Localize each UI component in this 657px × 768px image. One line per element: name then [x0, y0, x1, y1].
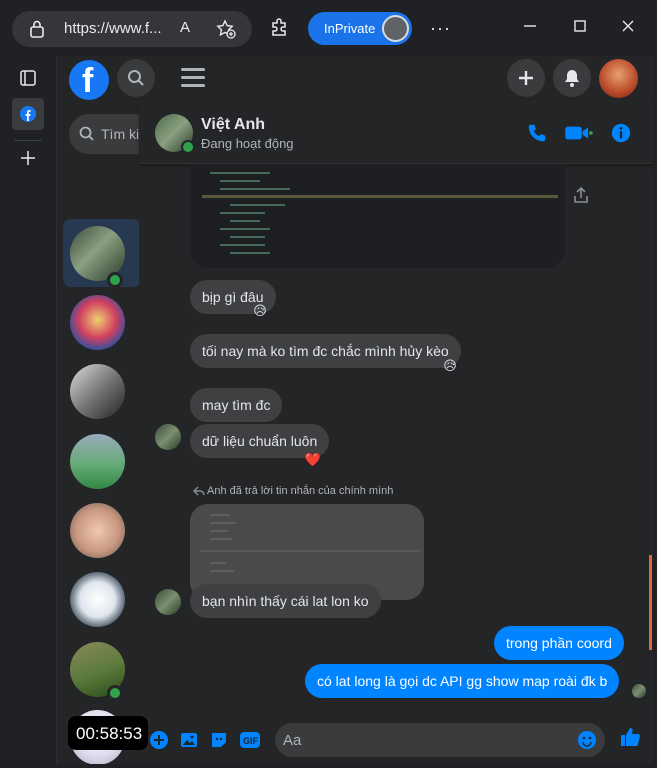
search-placeholder: Tìm ki [101, 126, 140, 142]
conversation-avatar[interactable] [70, 295, 125, 350]
message-bubble-sent[interactable]: có lat long là gọi dc API gg show map ro… [305, 664, 620, 698]
conversation-avatar[interactable] [70, 572, 125, 627]
message-bubble[interactable]: tối nay mà ko tìm đc chắc mình hủy kèo [190, 334, 461, 368]
create-button[interactable] [507, 59, 545, 97]
browser-toolbar: https://www.f... A InPrivate ··· [0, 0, 657, 56]
contact-name[interactable]: Việt Anh [201, 116, 265, 134]
window-scrollbar[interactable] [649, 555, 652, 650]
conversation-avatar[interactable] [70, 503, 125, 558]
tab-actions-icon[interactable] [12, 62, 44, 94]
timer-text: 00:58:53 [76, 724, 143, 743]
online-indicator [107, 685, 123, 701]
online-indicator [181, 140, 195, 154]
add-action-icon[interactable] [149, 730, 169, 750]
add-favorite-icon[interactable] [216, 19, 236, 39]
new-tab-icon[interactable] [12, 142, 44, 174]
code-image-content [190, 164, 565, 268]
sender-avatar[interactable] [155, 589, 181, 615]
chat-panel: Việt Anh Đang hoạt động bịp gì đâu 😥 tối… [139, 100, 653, 766]
lock-icon[interactable] [30, 20, 44, 38]
facebook-page: f Tìm ki Việt Anh Đang hoạt động bịp gì … [56, 56, 653, 766]
search-icon [79, 126, 94, 141]
url-text[interactable]: https://www.f... [64, 20, 162, 37]
message-bubble[interactable]: bạn nhìn thấy cái lat lon ko [190, 584, 381, 618]
reaction-icon[interactable]: ❤️ [304, 451, 322, 469]
emoji-icon[interactable] [577, 730, 597, 750]
plus-icon [519, 71, 533, 85]
message-input-placeholder: Aa [283, 732, 302, 749]
reply-icon [193, 486, 205, 496]
inprivate-button[interactable]: InPrivate [308, 12, 412, 45]
conversation-avatar[interactable] [70, 364, 125, 419]
like-icon[interactable] [619, 726, 641, 748]
chat-header: Việt Anh Đang hoạt động [139, 100, 653, 164]
reply-note: Anh đã trả lời tin nhắn của chính mình [207, 485, 394, 497]
window-frame [653, 56, 657, 768]
bell-icon [565, 70, 579, 87]
conversation-avatar[interactable] [70, 434, 125, 489]
edge-sidebar [0, 56, 56, 768]
reaction-icon[interactable]: 😥 [441, 357, 459, 375]
contact-status: Đang hoạt động [201, 136, 294, 151]
photo-icon[interactable] [179, 730, 199, 750]
tab-facebook[interactable] [12, 98, 44, 130]
read-aloud-icon[interactable]: A [180, 19, 198, 37]
voice-call-icon[interactable] [525, 122, 549, 144]
facebook-favicon-icon [20, 106, 36, 122]
code-screenshot-image[interactable] [190, 164, 565, 268]
window-frame [0, 764, 657, 768]
sticker-icon[interactable] [209, 730, 229, 750]
reaction-icon[interactable]: 😥 [251, 302, 269, 320]
message-bubble[interactable]: may tìm đc [190, 388, 283, 422]
info-icon[interactable] [609, 122, 633, 144]
conversation-list: Tìm ki [57, 100, 189, 766]
sidebar-divider [14, 140, 42, 141]
recording-timer: 00:58:53 [68, 716, 148, 750]
share-icon[interactable] [573, 186, 589, 204]
more-menu-icon[interactable]: ··· [430, 18, 451, 39]
menu-icon[interactable] [181, 68, 205, 88]
online-indicator [107, 272, 123, 288]
sender-avatar[interactable] [155, 424, 181, 450]
extensions-icon[interactable] [270, 18, 290, 38]
facebook-header: f [57, 56, 653, 100]
search-icon [128, 70, 144, 86]
address-bar[interactable]: https://www.f... A [12, 11, 252, 47]
notifications-button[interactable] [553, 59, 591, 97]
message-input[interactable]: Aa [275, 723, 605, 757]
gif-icon[interactable]: GIF [239, 730, 261, 750]
maximize-icon[interactable] [568, 14, 592, 38]
seen-indicator-avatar [632, 684, 646, 698]
close-icon[interactable] [616, 14, 640, 38]
search-button[interactable] [117, 59, 155, 97]
message-composer: GIF Aa [139, 720, 653, 766]
svg-text:GIF: GIF [243, 736, 259, 746]
video-call-icon[interactable] [563, 122, 595, 144]
profile-avatar [382, 15, 409, 42]
facebook-logo[interactable]: f [69, 60, 109, 100]
minimize-icon[interactable] [518, 14, 542, 38]
message-thread: bịp gì đâu 😥 tối nay mà ko tìm đc chắc m… [139, 164, 653, 720]
inprivate-label: InPrivate [324, 21, 376, 36]
message-bubble-sent[interactable]: trong phần coord [494, 626, 624, 660]
account-avatar[interactable] [599, 59, 638, 98]
